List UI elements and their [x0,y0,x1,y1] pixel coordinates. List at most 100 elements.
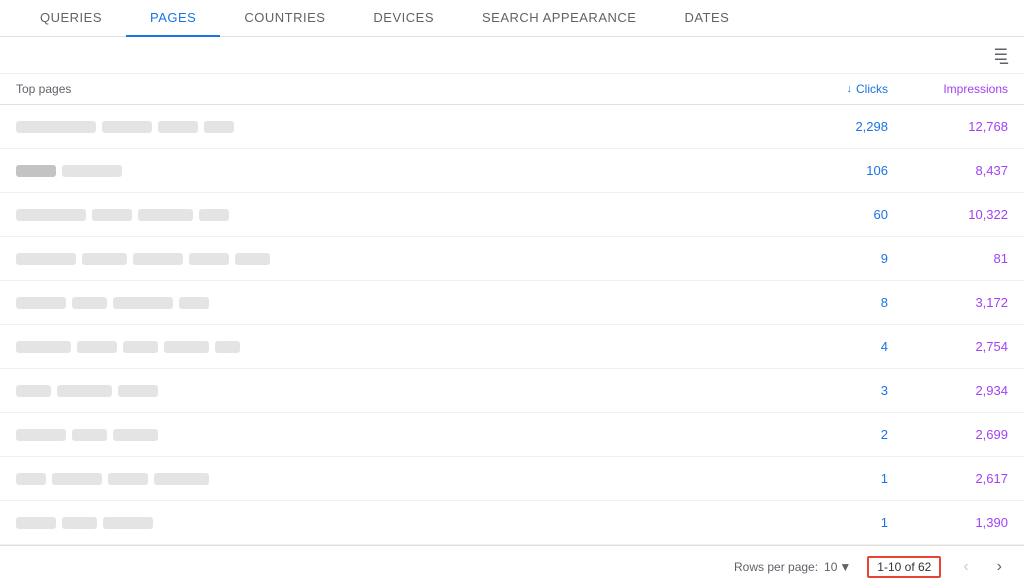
table-body: 2,29812,7681068,4376010,32298183,17242,7… [0,105,1024,545]
blur-block [102,121,152,133]
table-container: Top pages ↓ Clicks Impressions 2,29812,7… [0,74,1024,588]
clicks-value: 1 [768,471,888,486]
clicks-value: 2 [768,427,888,442]
blur-block [158,121,198,133]
blur-block [123,341,158,353]
table-row: 6010,322 [0,193,1024,237]
blur-block [16,429,66,441]
table-row: 42,754 [0,325,1024,369]
page-cell [16,209,768,221]
rows-per-page-value: 10 [824,560,837,574]
blur-block [62,165,122,177]
blur-block [16,517,56,529]
page-cell [16,165,768,177]
blur-block [189,253,229,265]
clicks-value: 1 [768,515,888,530]
blur-block [77,341,117,353]
table-header: Top pages ↓ Clicks Impressions [0,74,1024,105]
impressions-value: 3,172 [888,295,1008,310]
blur-block [154,473,209,485]
tab-dates[interactable]: DATES [660,0,753,37]
blur-block [16,121,96,133]
impressions-value: 2,699 [888,427,1008,442]
blur-block [52,473,102,485]
blur-block [16,341,71,353]
blur-block [204,121,234,133]
clicks-value: 60 [768,207,888,222]
tab-bar: QUERIESPAGESCOUNTRIESDEVICESSEARCH APPEA… [0,0,1024,37]
blur-block [72,297,107,309]
impressions-value: 2,617 [888,471,1008,486]
blur-block [62,517,97,529]
page-cell [16,473,768,485]
clicks-value: 4 [768,339,888,354]
tab-devices[interactable]: DEVICES [349,0,458,37]
clicks-value: 9 [768,251,888,266]
blur-block [16,209,86,221]
page-cell [16,341,768,353]
table-row: 22,699 [0,413,1024,457]
rows-per-page-label: Rows per page: [734,560,818,574]
sort-arrow-icon: ↓ [847,83,853,95]
table-row: 981 [0,237,1024,281]
header-impressions: Impressions [888,82,1008,96]
impressions-value: 81 [888,251,1008,266]
blur-block [235,253,270,265]
header-page: Top pages [16,82,768,96]
blur-block [215,341,240,353]
impressions-value: 2,934 [888,383,1008,398]
blur-block [138,209,193,221]
table-row: 2,29812,768 [0,105,1024,149]
next-page-button[interactable]: › [991,556,1008,578]
impressions-value: 1,390 [888,515,1008,530]
tab-search_appearance[interactable]: SEARCH APPEARANCE [458,0,660,37]
impressions-value: 2,754 [888,339,1008,354]
blur-block [16,253,76,265]
tab-queries[interactable]: QUERIES [16,0,126,37]
blur-block [72,429,107,441]
page-cell [16,517,768,529]
table-footer: Rows per page: 10 ▼ 1-10 of 62 ‹ › [0,545,1024,588]
table-row: 32,934 [0,369,1024,413]
clicks-value: 2,298 [768,119,888,134]
page-cell [16,297,768,309]
header-clicks[interactable]: ↓ Clicks [768,82,888,96]
blur-block [82,253,127,265]
blur-block [133,253,183,265]
blur-block [57,385,112,397]
blur-block [164,341,209,353]
blur-block [16,473,46,485]
rows-per-page-select[interactable]: 10 ▼ [824,560,851,574]
blur-block [16,297,66,309]
pagination-info: 1-10 of 62 [867,556,941,578]
blur-block [92,209,132,221]
blur-block [16,165,56,177]
blur-block [179,297,209,309]
page-cell [16,385,768,397]
blur-block [16,385,51,397]
impressions-value: 8,437 [888,163,1008,178]
page-cell [16,253,768,265]
clicks-value: 106 [768,163,888,178]
impressions-value: 10,322 [888,207,1008,222]
blur-block [103,517,153,529]
clicks-value: 3 [768,383,888,398]
blur-block [113,429,158,441]
table-row: 12,617 [0,457,1024,501]
table-row: 11,390 [0,501,1024,545]
rows-per-page-container: Rows per page: 10 ▼ [734,560,851,574]
blur-block [118,385,158,397]
filter-icon[interactable]: ☰̲ [994,45,1008,65]
rows-per-page-arrow-icon: ▼ [839,560,851,574]
clicks-value: 8 [768,295,888,310]
tab-countries[interactable]: COUNTRIES [220,0,349,37]
blur-block [199,209,229,221]
tab-pages[interactable]: PAGES [126,0,220,37]
blur-block [113,297,173,309]
prev-page-button[interactable]: ‹ [957,556,974,578]
blur-block [108,473,148,485]
impressions-value: 12,768 [888,119,1008,134]
page-cell [16,121,768,133]
table-row: 1068,437 [0,149,1024,193]
table-row: 83,172 [0,281,1024,325]
